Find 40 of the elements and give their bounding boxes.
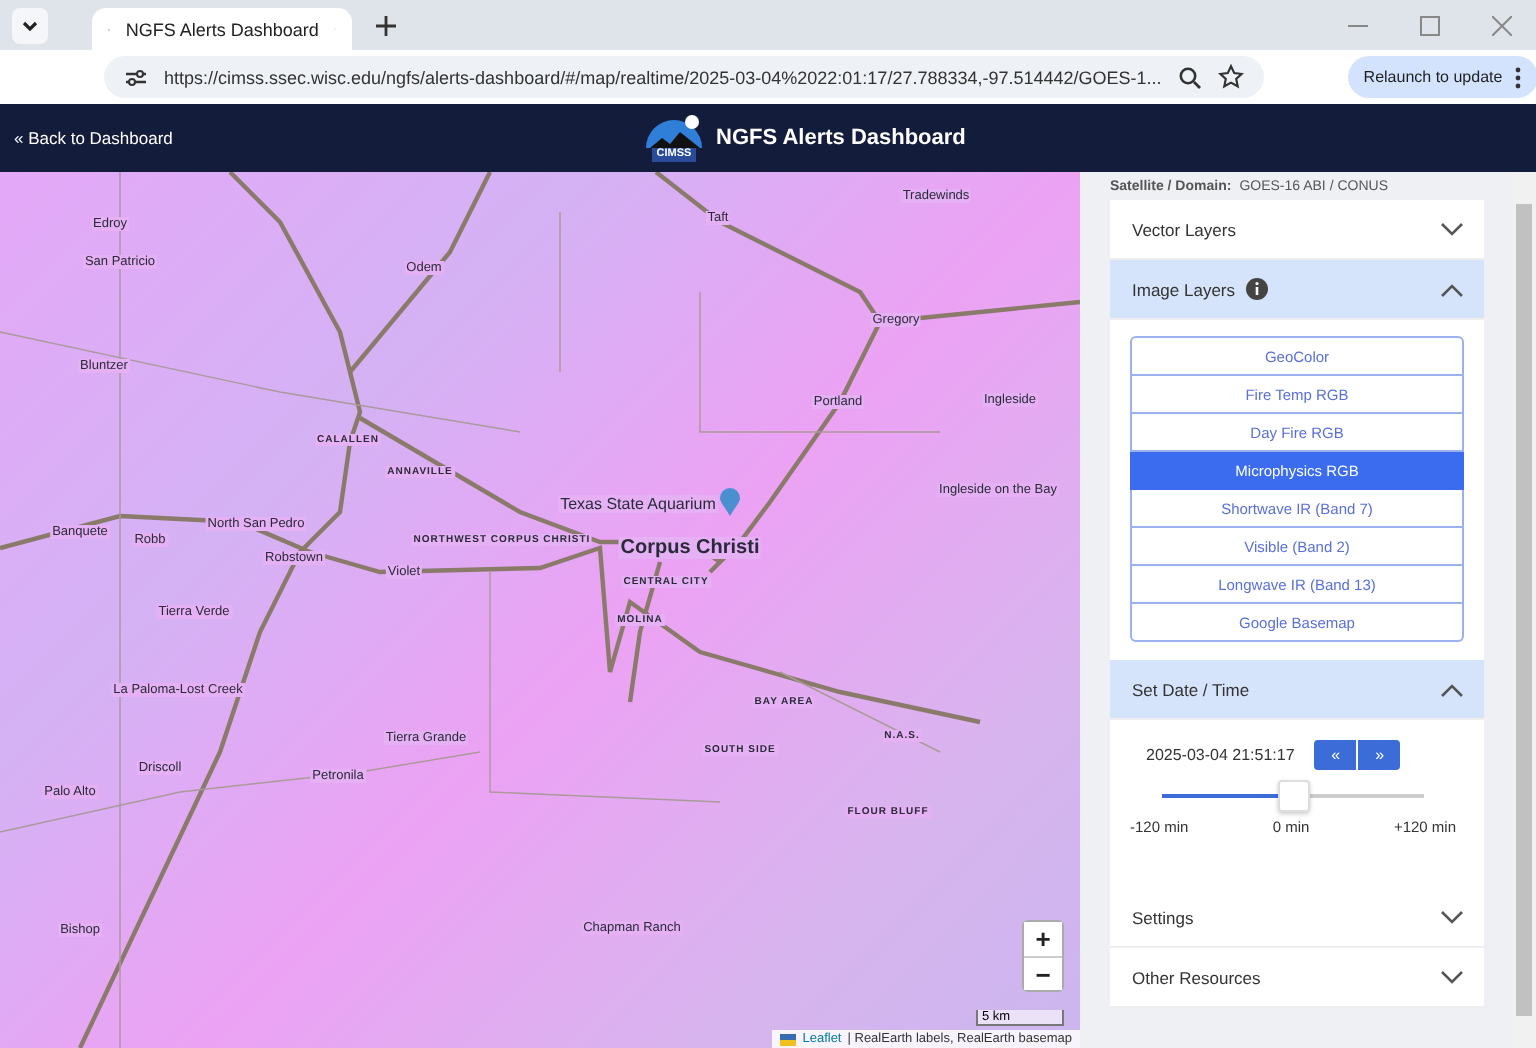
new-tab-icon[interactable] [376,15,396,35]
section-header[interactable]: Settings [1110,888,1484,948]
more-icon [1514,65,1523,89]
maximize-icon[interactable] [1420,15,1440,35]
section-header[interactable]: Other Resources [1110,948,1484,1008]
map-pin-icon[interactable] [720,488,740,516]
datetime-text: 2025-03-04 21:51:17 [1146,746,1295,764]
section-title: Settings [1132,907,1194,927]
chevron-down-icon [1440,221,1464,237]
section-header[interactable]: Set Date / Time [1110,660,1484,720]
address-field[interactable]: https://cimss.ssec.wisc.edu/ngfs/alerts-dashboard/#/map/realtime/2025-03-04%2022:01:17/27.788334,-97.514442/GOES-1... [104,56,1264,98]
chevron-down-icon [1440,969,1464,985]
tab-title: NGFS Alerts Dashboard [125,19,319,39]
next-button[interactable]: » [1358,740,1401,770]
zoom-icon[interactable] [1177,65,1202,89]
relaunch-button[interactable]: Relaunch to update [1347,56,1536,98]
browser-tab[interactable]: NGFS Alerts Dashboard [92,8,352,50]
logo-sky-icon [644,112,704,148]
section-title: Image Layers [1132,279,1235,299]
section-header[interactable]: Image Layers [1110,260,1484,320]
site-settings-icon[interactable] [124,65,148,89]
flag-icon [780,1033,797,1045]
back-link[interactable]: « Back to Dashboard [14,128,173,148]
chevron-up-icon [1440,681,1464,697]
place-label: Corpus Christi [618,537,762,559]
close-window-icon[interactable] [1492,15,1512,35]
zoom-out-button[interactable]: − [1024,956,1062,990]
section-title: Set Date / Time [1132,679,1250,699]
place-label: Texas State Aquarium [558,495,718,513]
section-title: Other Resources [1132,967,1261,987]
slider-handle[interactable] [1277,780,1309,812]
tab-list-button[interactable] [12,7,48,43]
app-title: NGFS Alerts Dashboard [716,126,966,150]
previous-button[interactable]: « [1314,740,1357,770]
scrollbar[interactable] [1512,172,1536,1048]
chevron-up-icon [1440,281,1464,297]
star-icon[interactable] [1217,64,1244,90]
section-title: Vector Layers [1132,219,1236,239]
chevron-down-icon [1440,909,1464,925]
info-icon[interactable] [1245,278,1267,300]
